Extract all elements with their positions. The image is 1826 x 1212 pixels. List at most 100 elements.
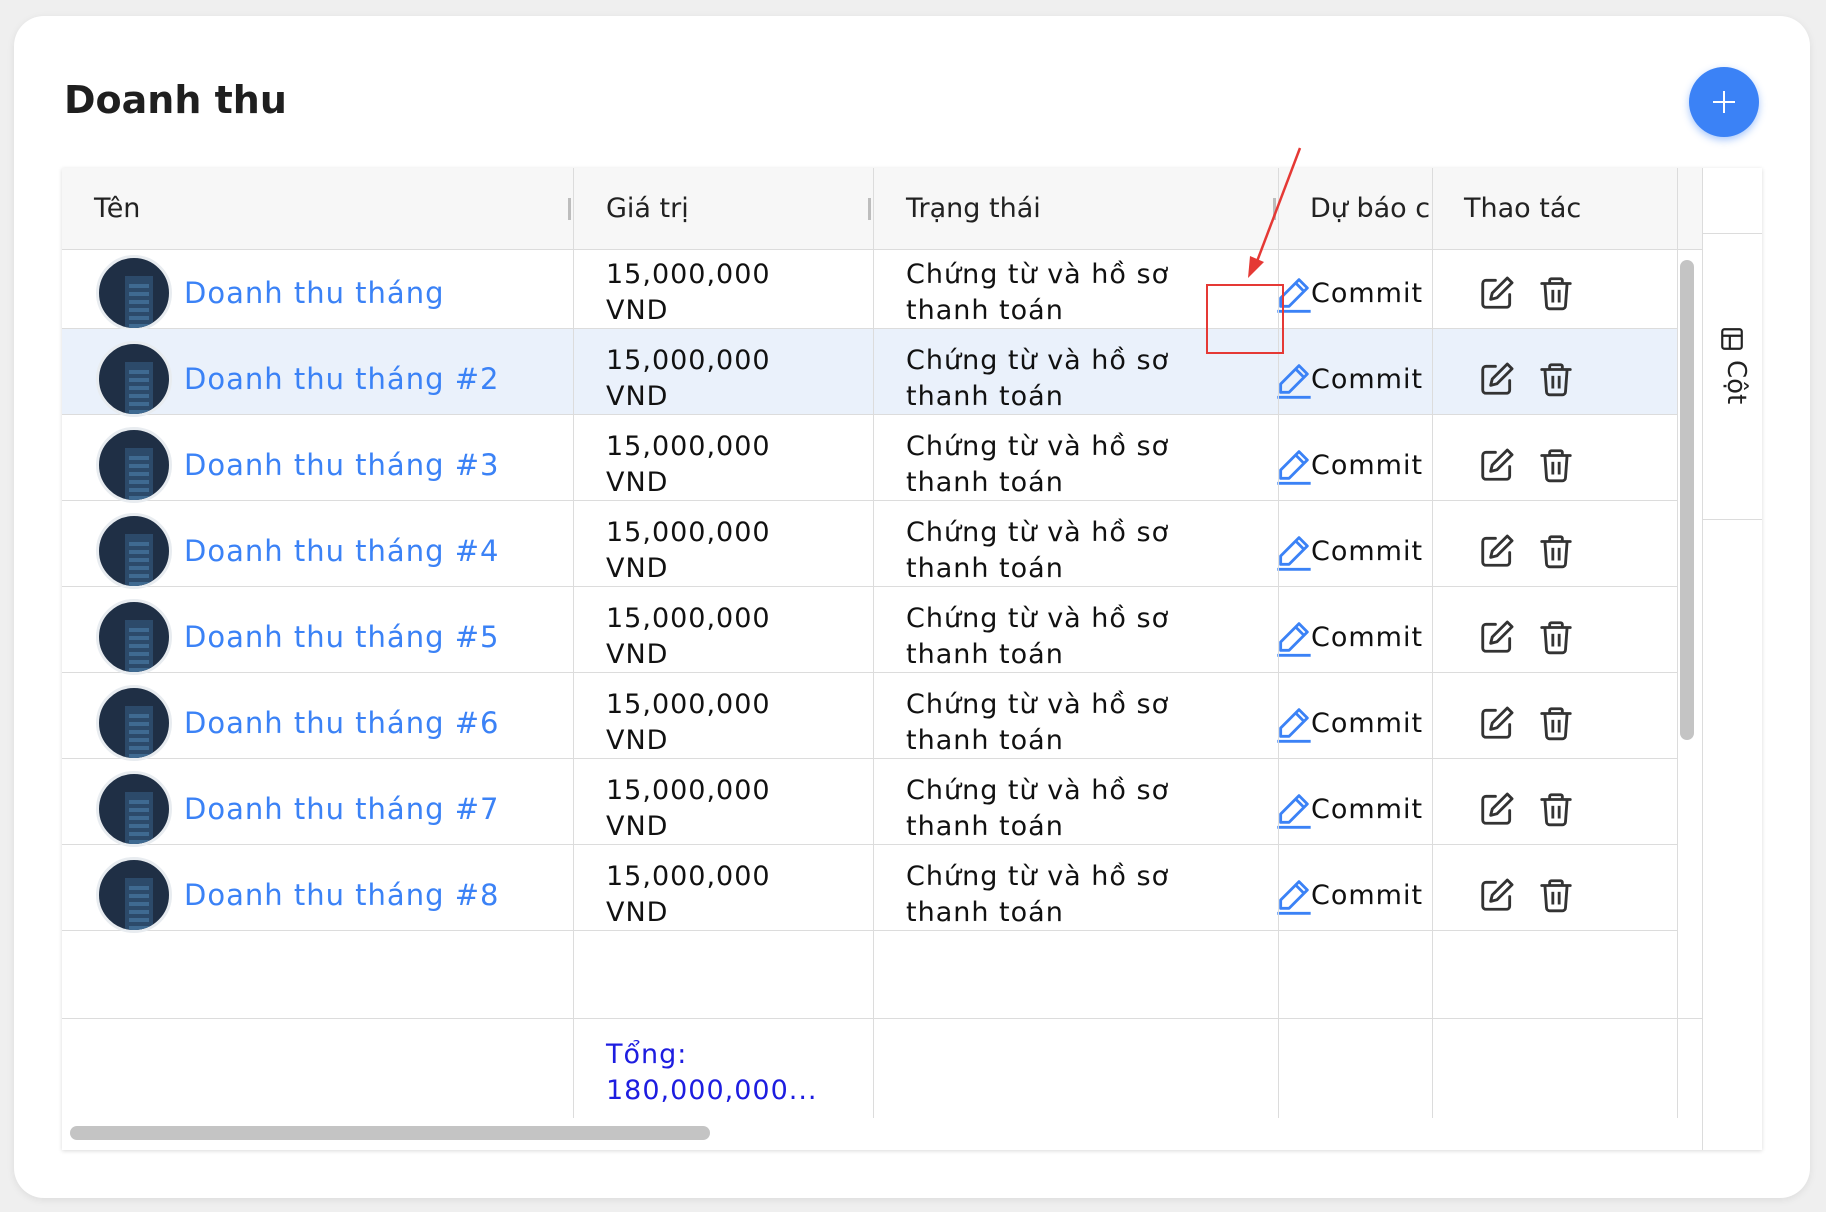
side-panel-header xyxy=(1703,168,1762,234)
column-divider xyxy=(1432,168,1433,1150)
building-icon xyxy=(125,534,153,586)
value-currency: VND xyxy=(606,811,669,842)
status-text: Chứng từ và hồ sơ thanh toán xyxy=(874,515,1174,587)
avatar xyxy=(96,255,172,331)
revenue-name-link[interactable]: Doanh thu tháng #5 xyxy=(184,587,499,687)
avatar xyxy=(96,857,172,933)
value-currency: VND xyxy=(606,897,669,928)
horizontal-scrollbar[interactable] xyxy=(70,1126,710,1140)
table-row[interactable]: Doanh thu tháng #8 15,000,000 VND Chứng … xyxy=(62,845,1677,933)
status-line: thanh toán xyxy=(906,897,1064,928)
building-icon xyxy=(125,792,153,844)
building-icon xyxy=(125,878,153,930)
edit-square-icon[interactable] xyxy=(1478,532,1516,570)
trash-icon[interactable] xyxy=(1537,876,1575,914)
value-currency: VND xyxy=(606,553,669,584)
status-text: Chứng từ và hồ sơ thanh toán xyxy=(874,429,1174,501)
status-text: Chứng từ và hồ sơ thanh toán xyxy=(874,257,1174,329)
status-cell: Chứng từ và hồ sơ thanh toán xyxy=(874,501,1278,601)
table-row[interactable]: Doanh thu tháng #3 15,000,000 VND Chứng … xyxy=(62,415,1677,503)
status-cell: Chứng từ và hồ sơ thanh toán xyxy=(874,759,1278,859)
value-amount: 15,000,000 xyxy=(606,259,771,290)
value-amount: 15,000,000 xyxy=(606,345,771,376)
annotation-arrow-icon xyxy=(1248,147,1302,278)
forecast-cell: Commit xyxy=(1279,329,1432,429)
forecast-cell: Commit xyxy=(1279,673,1432,773)
column-header-status[interactable]: Trạng thái xyxy=(874,168,1278,250)
status-line: thanh toán xyxy=(906,639,1064,670)
trash-icon[interactable] xyxy=(1537,446,1575,484)
value-text: 15,000,000 VND xyxy=(574,343,771,415)
value-amount: 15,000,000 xyxy=(606,689,771,720)
forecast-text: Commit xyxy=(1311,879,1424,911)
grid-header: Tên Giá trị Trạng thái Dự báo c Thao tác xyxy=(62,168,1702,250)
column-divider xyxy=(873,168,874,1118)
trash-icon[interactable] xyxy=(1537,532,1575,570)
total-value: Tổng: 180,000,000... xyxy=(606,1037,818,1109)
table-row[interactable]: Doanh thu tháng 15,000,000 VND Chứng từ … xyxy=(62,250,1677,331)
status-text: Chứng từ và hồ sơ thanh toán xyxy=(874,773,1174,845)
forecast-cell: Commit xyxy=(1279,759,1432,859)
revenue-name-link[interactable]: Doanh thu tháng #4 xyxy=(184,501,499,601)
table-row[interactable]: Doanh thu tháng #5 15,000,000 VND Chứng … xyxy=(62,587,1677,675)
status-line: Chứng từ và hồ sơ xyxy=(906,431,1170,462)
column-header-name[interactable]: Tên xyxy=(62,168,572,250)
forecast-text: Commit xyxy=(1311,449,1424,481)
edit-square-icon[interactable] xyxy=(1478,876,1516,914)
edit-square-icon[interactable] xyxy=(1478,790,1516,828)
value-text: 15,000,000 VND xyxy=(574,773,771,845)
status-line: Chứng từ và hồ sơ xyxy=(906,689,1170,720)
status-text: Chứng từ và hồ sơ thanh toán xyxy=(874,859,1174,931)
revenue-name-link[interactable]: Doanh thu tháng #7 xyxy=(184,759,499,859)
revenue-name-link[interactable]: Doanh thu tháng #2 xyxy=(184,329,499,429)
vertical-scrollbar[interactable] xyxy=(1680,260,1694,740)
trash-icon[interactable] xyxy=(1537,360,1575,398)
value-currency: VND xyxy=(606,295,669,326)
trash-icon[interactable] xyxy=(1537,618,1575,656)
value-amount: 15,000,000 xyxy=(606,861,771,892)
trash-icon[interactable] xyxy=(1537,274,1575,312)
avatar xyxy=(96,599,172,675)
forecast-text: Commit xyxy=(1311,535,1424,567)
value-amount: 15,000,000 xyxy=(606,603,771,634)
column-divider xyxy=(1677,168,1678,1118)
status-text: Chứng từ và hồ sơ thanh toán xyxy=(874,343,1174,415)
status-line: thanh toán xyxy=(906,725,1064,756)
revenue-name-link[interactable]: Doanh thu tháng #3 xyxy=(184,415,499,515)
add-revenue-button[interactable] xyxy=(1689,67,1759,137)
columns-panel-button[interactable]: Cột xyxy=(1703,234,1762,520)
name-cell: Doanh thu tháng #5 xyxy=(62,587,573,687)
edit-square-icon[interactable] xyxy=(1478,274,1516,312)
status-line: Chứng từ và hồ sơ xyxy=(906,861,1170,892)
table-row[interactable]: Doanh thu tháng #7 15,000,000 VND Chứng … xyxy=(62,759,1677,847)
value-text: 15,000,000 VND xyxy=(574,687,771,759)
edit-square-icon[interactable] xyxy=(1478,360,1516,398)
value-text: 15,000,000 VND xyxy=(574,429,771,501)
grid-body: Doanh thu tháng 15,000,000 VND Chứng từ … xyxy=(62,250,1702,1018)
trash-icon[interactable] xyxy=(1537,704,1575,742)
name-cell: Doanh thu tháng #2 xyxy=(62,329,573,429)
revenue-card: Doanh thu Tên Giá trị Trạng thái Dự báo … xyxy=(14,16,1810,1198)
column-resize-handle[interactable] xyxy=(868,198,871,220)
revenue-name-link[interactable]: Doanh thu tháng #8 xyxy=(184,845,499,945)
edit-square-icon[interactable] xyxy=(1478,704,1516,742)
building-icon xyxy=(125,362,153,414)
trash-icon[interactable] xyxy=(1537,790,1575,828)
table-row[interactable]: Doanh thu tháng #6 15,000,000 VND Chứng … xyxy=(62,673,1677,761)
name-cell: Doanh thu tháng #4 xyxy=(62,501,573,601)
column-resize-handle[interactable] xyxy=(568,198,571,220)
edit-square-icon[interactable] xyxy=(1478,446,1516,484)
value-text: 15,000,000 VND xyxy=(574,257,771,329)
side-panel: Cột xyxy=(1702,168,1762,1150)
revenue-name-link[interactable]: Doanh thu tháng #6 xyxy=(184,673,499,773)
edit-square-icon[interactable] xyxy=(1478,618,1516,656)
avatar xyxy=(96,513,172,589)
column-header-actions[interactable]: Thao tác xyxy=(1432,168,1672,250)
value-cell: 15,000,000 VND xyxy=(574,673,873,773)
status-cell: Chứng từ và hồ sơ thanh toán xyxy=(874,673,1278,773)
table-row[interactable]: Doanh thu tháng #4 15,000,000 VND Chứng … xyxy=(62,501,1677,589)
status-line: thanh toán xyxy=(906,467,1064,498)
table-row[interactable]: Doanh thu tháng #2 15,000,000 VND Chứng … xyxy=(62,329,1677,417)
name-cell: Doanh thu tháng #8 xyxy=(62,845,573,945)
column-header-value[interactable]: Giá trị xyxy=(574,168,874,250)
